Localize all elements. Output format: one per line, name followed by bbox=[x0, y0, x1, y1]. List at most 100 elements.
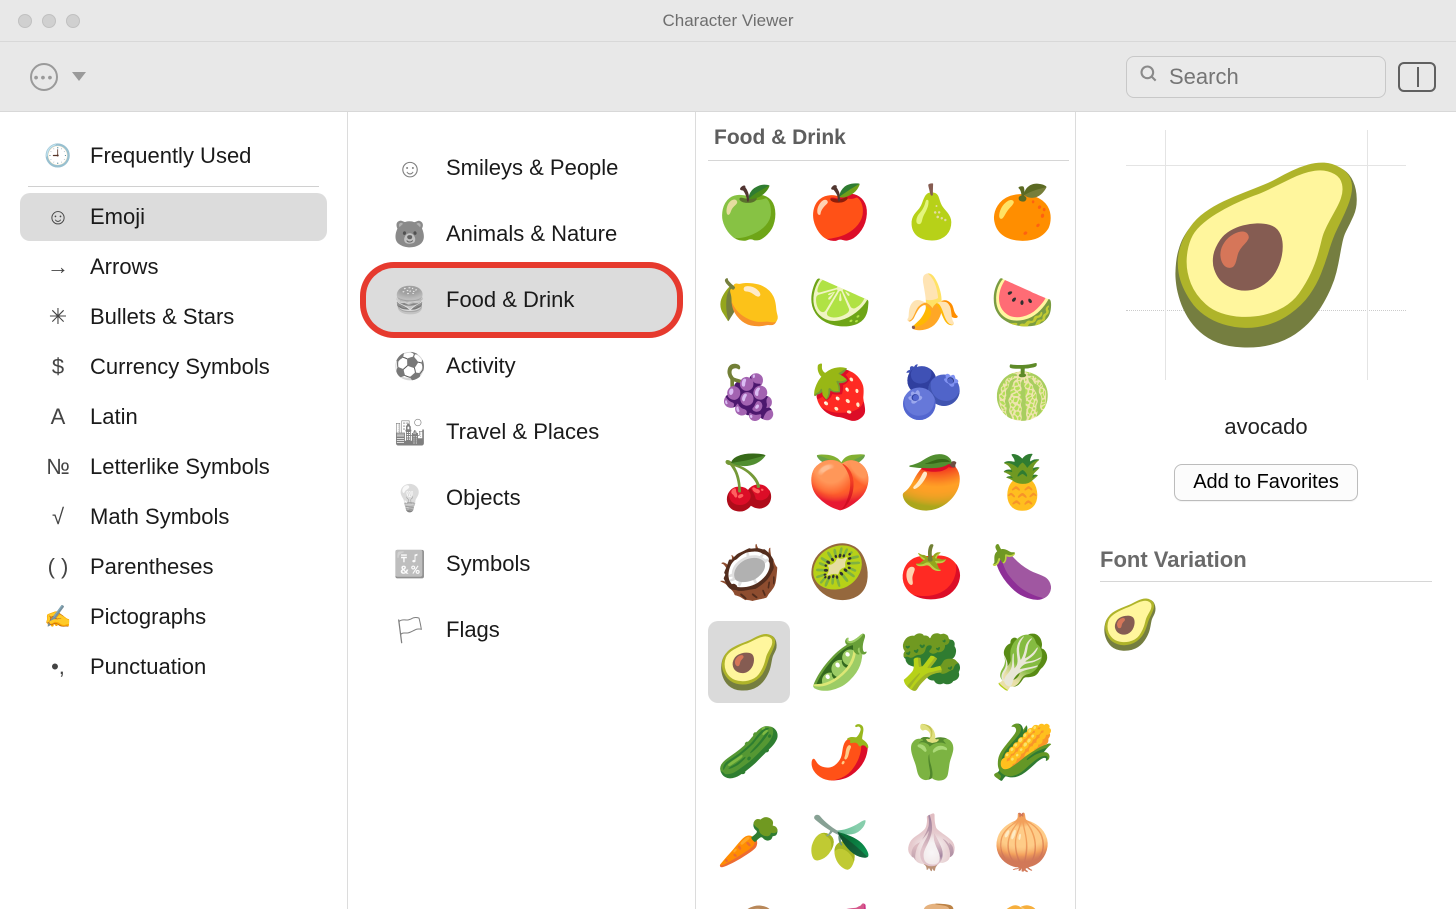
add-to-favorites-button[interactable]: Add to Favorites bbox=[1174, 464, 1358, 501]
sidebar-item-bullets-stars[interactable]: ✳Bullets & Stars bbox=[20, 293, 327, 341]
subcategory-item-label: Flags bbox=[446, 617, 500, 643]
emoji-cell[interactable]: 🥕 bbox=[708, 801, 790, 883]
sidebar-item-label: Parentheses bbox=[90, 554, 214, 580]
letterlike-symbols-icon: № bbox=[44, 453, 72, 481]
sidebar-item-frequently-used[interactable]: 🕘Frequently Used bbox=[20, 132, 327, 180]
emoji-cell[interactable]: 🍊 bbox=[982, 171, 1064, 253]
search-input[interactable] bbox=[1169, 64, 1373, 90]
sidebar-item-emoji[interactable]: ☺Emoji bbox=[20, 193, 327, 241]
category-sidebar: 🕘Frequently Used ☺Emoji→Arrows✳Bullets & … bbox=[0, 112, 348, 909]
sidebar-item-punctuation[interactable]: •, Punctuation bbox=[20, 643, 327, 691]
emoji-cell[interactable]: 🍓 bbox=[799, 351, 881, 433]
food-drink-icon: 🍔 bbox=[394, 284, 426, 316]
emoji-cell[interactable]: 🫑 bbox=[891, 711, 973, 793]
emoji-cell[interactable]: 🫛 bbox=[799, 621, 881, 703]
emoji-cell[interactable]: 🥦 bbox=[891, 621, 973, 703]
emoji-cell[interactable]: 🍆 bbox=[982, 531, 1064, 613]
character-name: avocado bbox=[1100, 414, 1432, 440]
close-window-icon[interactable] bbox=[18, 14, 32, 28]
emoji-cell[interactable]: 🥑 bbox=[708, 621, 790, 703]
subcategory-item-label: Objects bbox=[446, 485, 521, 511]
emoji-cell[interactable]: 🍒 bbox=[708, 441, 790, 523]
subcategory-item-label: Animals & Nature bbox=[446, 221, 617, 247]
emoji-cell[interactable]: 🍍 bbox=[982, 441, 1064, 523]
window-title: Character Viewer bbox=[0, 11, 1456, 31]
emoji-cell[interactable]: 🍎 bbox=[799, 171, 881, 253]
preview-box: 🥑 bbox=[1126, 130, 1406, 380]
search-box[interactable] bbox=[1126, 56, 1386, 98]
emoji-cell[interactable]: 🥔 bbox=[708, 891, 790, 909]
subcategory-item-travel-places[interactable]: 🏙 Travel & Places bbox=[366, 400, 677, 464]
sidebar-item-latin[interactable]: ALatin bbox=[20, 393, 327, 441]
currency-symbols-icon: $ bbox=[44, 353, 72, 381]
subcategory-item-objects[interactable]: 💡Objects bbox=[366, 466, 677, 530]
sidebar-item-label: Letterlike Symbols bbox=[90, 454, 270, 480]
subcategory-item-label: Travel & Places bbox=[446, 419, 599, 445]
emoji-cell[interactable]: 🍇 bbox=[708, 351, 790, 433]
font-variation-glyph[interactable]: 🥑 bbox=[1100, 596, 1432, 653]
sidebar-item-arrows[interactable]: →Arrows bbox=[20, 243, 327, 291]
toggle-view-icon[interactable] bbox=[1398, 62, 1436, 92]
punctuation-icon: •, bbox=[44, 653, 72, 681]
emoji-cell[interactable]: 🌽 bbox=[982, 711, 1064, 793]
emoji-cell[interactable]: 🌶️ bbox=[799, 711, 881, 793]
emoji-cell[interactable]: 🍈 bbox=[982, 351, 1064, 433]
subcategory-item-animals-nature[interactable]: 🐻Animals & Nature bbox=[366, 202, 677, 266]
sidebar-item-label: Currency Symbols bbox=[90, 354, 270, 380]
emoji-cell[interactable]: 🥥 bbox=[708, 531, 790, 613]
symbols-icon: 🔣 bbox=[394, 548, 426, 580]
search-icon bbox=[1139, 64, 1159, 90]
toolbar: ••• bbox=[0, 42, 1456, 112]
font-variation-heading: Font Variation bbox=[1100, 547, 1432, 582]
arrows-icon: → bbox=[44, 253, 72, 281]
chevron-down-icon[interactable] bbox=[72, 72, 86, 81]
zoom-window-icon[interactable] bbox=[66, 14, 80, 28]
preview-glyph: 🥑 bbox=[1160, 155, 1372, 355]
sidebar-item-currency-symbols[interactable]: $ Currency Symbols bbox=[20, 343, 327, 391]
subcategory-item-smileys-people[interactable]: ☺Smileys & People bbox=[366, 136, 677, 200]
subcategory-item-symbols[interactable]: 🔣Symbols bbox=[366, 532, 677, 596]
emoji-grid: 🍏🍎🍐🍊 🍋🍋‍🟩🍌🍉 🍇🍓🫐🍈 🍒🍑🥭🍍 🥥🥝🍅🍆 🥑🫛🥦🥬 🥒🌶️🫑🌽 🥕🫒🧄🧅 🥔 🍠 🫚 🥐 bbox=[708, 171, 1069, 909]
subcategory-item-activity[interactable]: ⚽Activity bbox=[366, 334, 677, 398]
emoji-cell[interactable]: 🥬 bbox=[982, 621, 1064, 703]
emoji-cell[interactable]: 🍉 bbox=[982, 261, 1064, 343]
sidebar-item-math-symbols[interactable]: √Math Symbols bbox=[20, 493, 327, 541]
emoji-cell[interactable]: 🧄 bbox=[891, 801, 973, 883]
emoji-cell[interactable]: 🥝 bbox=[799, 531, 881, 613]
emoji-cell[interactable]: 🥐 bbox=[982, 891, 1064, 909]
emoji-cell[interactable]: 🍠 bbox=[799, 891, 881, 909]
minimize-window-icon[interactable] bbox=[42, 14, 56, 28]
emoji-cell[interactable]: 🫐 bbox=[891, 351, 973, 433]
action-menu-icon[interactable]: ••• bbox=[30, 63, 58, 91]
emoji-cell[interactable]: 🧅 bbox=[982, 801, 1064, 883]
sidebar-item-pictographs[interactable]: ✍Pictographs bbox=[20, 593, 327, 641]
sidebar-item-label: Bullets & Stars bbox=[90, 304, 234, 330]
sidebar-item-label: Latin bbox=[90, 404, 138, 430]
emoji-cell[interactable]: 🍑 bbox=[799, 441, 881, 523]
emoji-cell[interactable]: 🫚 bbox=[891, 891, 973, 909]
subcategory-item-flags[interactable]: 🏳 Flags bbox=[366, 598, 677, 662]
grid-header: Food & Drink bbox=[708, 124, 1069, 161]
subcategory-item-label: Food & Drink bbox=[446, 287, 574, 313]
sidebar-item-parentheses[interactable]: ( )Parentheses bbox=[20, 543, 327, 591]
subcategory-item-food-drink[interactable]: 🍔 Food & Drink bbox=[366, 268, 677, 332]
emoji-cell[interactable]: 🍋‍🟩 bbox=[799, 261, 881, 343]
flags-icon: 🏳 bbox=[394, 614, 426, 646]
sidebar-item-letterlike-symbols[interactable]: № Letterlike Symbols bbox=[20, 443, 327, 491]
window-controls bbox=[0, 14, 80, 28]
sidebar-item-label: Frequently Used bbox=[90, 143, 251, 169]
emoji-cell[interactable]: 🍅 bbox=[891, 531, 973, 613]
emoji-cell[interactable]: 🥒 bbox=[708, 711, 790, 793]
math-symbols-icon: √ bbox=[44, 503, 72, 531]
emoji-cell[interactable]: 🍋 bbox=[708, 261, 790, 343]
emoji-cell[interactable]: 🫒 bbox=[799, 801, 881, 883]
subcategory-item-label: Activity bbox=[446, 353, 516, 379]
emoji-cell[interactable]: 🍌 bbox=[891, 261, 973, 343]
travel-places-icon: 🏙 bbox=[394, 416, 426, 448]
titlebar: Character Viewer bbox=[0, 0, 1456, 42]
sidebar-item-label: Punctuation bbox=[90, 654, 206, 680]
emoji-cell[interactable]: 🍏 bbox=[708, 171, 790, 253]
emoji-cell[interactable]: 🥭 bbox=[891, 441, 973, 523]
sidebar-divider bbox=[28, 186, 319, 187]
emoji-cell[interactable]: 🍐 bbox=[891, 171, 973, 253]
